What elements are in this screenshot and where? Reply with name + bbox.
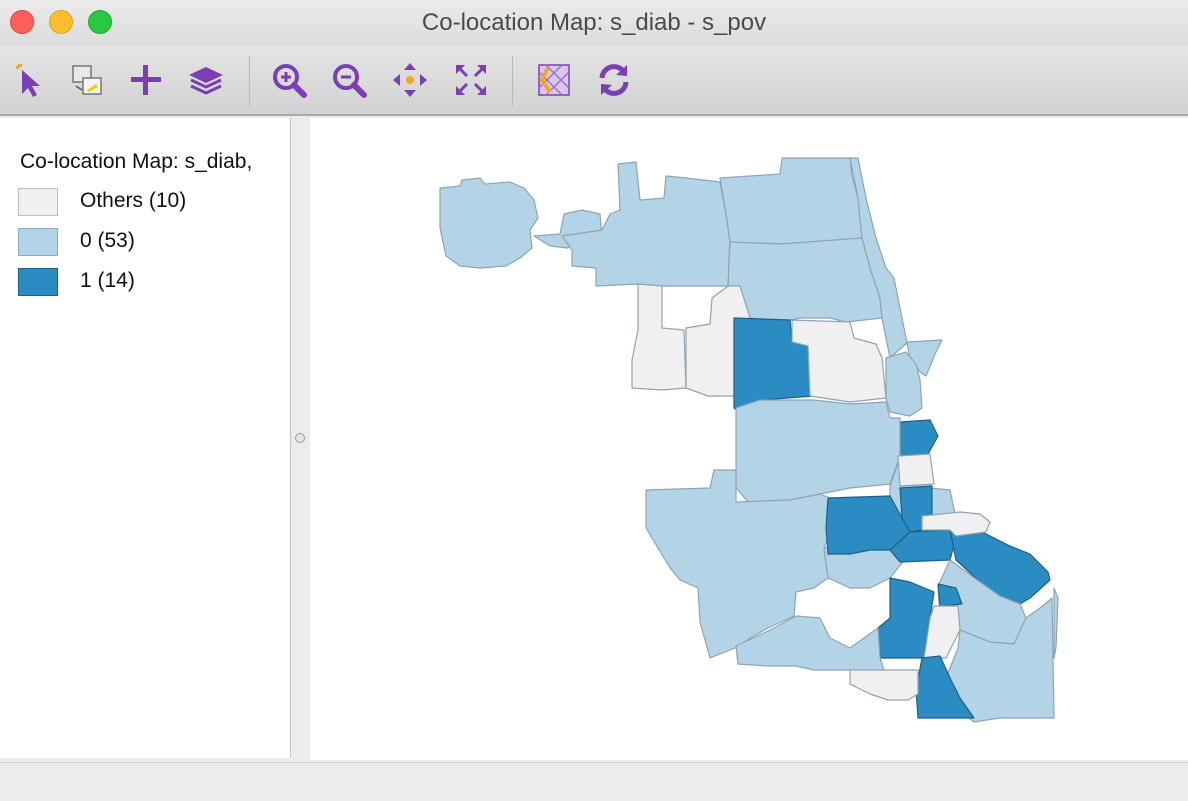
title-bar: Co-location Map: s_diab - s_pov [0,0,1188,46]
select-tool-button[interactable] [8,58,52,102]
layers-icon [189,67,223,95]
pan-tool-button[interactable] [388,58,432,102]
splitter-grip[interactable] [295,433,305,443]
zoom-out-tool-button[interactable] [327,58,371,102]
legend-panel: Co-location Map: s_diab, Others (10) 0 (… [0,118,291,758]
status-bar [0,762,1188,801]
legend-swatch [18,188,58,216]
selection-shape-tool-button[interactable] [65,58,109,102]
map-region-zero [439,177,539,269]
legend-item-others[interactable]: Others (10) [18,188,278,218]
basemap-icon [538,64,570,96]
zoom-in-tool-button[interactable] [267,58,311,102]
map-canvas[interactable] [310,118,1188,760]
panel-splitter[interactable] [291,118,309,758]
map-region-zero [1053,587,1059,659]
zoom-in-icon [273,64,307,98]
map-region-zero [727,237,883,323]
selection-shape-icon [72,65,102,95]
legend-title: Co-location Map: s_diab, [20,150,253,173]
toolbar-separator [249,56,250,106]
layers-tool-button[interactable] [184,58,228,102]
toolbar [0,46,1188,116]
choropleth-map [439,157,1059,723]
window-title: Co-location Map: s_diab - s_pov [421,9,767,36]
add-tool-button[interactable] [124,58,168,102]
fit-extent-icon [456,65,486,95]
toolbar-separator [512,56,513,106]
legend-swatch [18,228,58,256]
map-region-others [849,669,919,701]
map-region-others [897,453,935,487]
legend-label: 0 (53) [80,229,135,252]
map-region-zero [719,157,863,245]
refresh-tool-button[interactable] [592,58,636,102]
fit-extent-tool-button[interactable] [449,58,493,102]
pan-icon [393,63,427,97]
legend-item-one[interactable]: 1 (14) [18,268,278,298]
basemap-tool-button[interactable] [532,58,576,102]
map-region-one [899,419,939,457]
legend-swatch [18,268,58,296]
select-arrow-icon [15,63,40,97]
refresh-icon [599,64,629,96]
plus-icon [131,65,161,95]
legend-item-zero[interactable]: 0 (53) [18,228,278,258]
zoom-out-icon [333,64,367,98]
legend-label: Others (10) [80,189,187,212]
legend-label: 1 (14) [80,269,135,292]
map-region-zero [735,399,901,503]
map-region-others [631,283,687,391]
